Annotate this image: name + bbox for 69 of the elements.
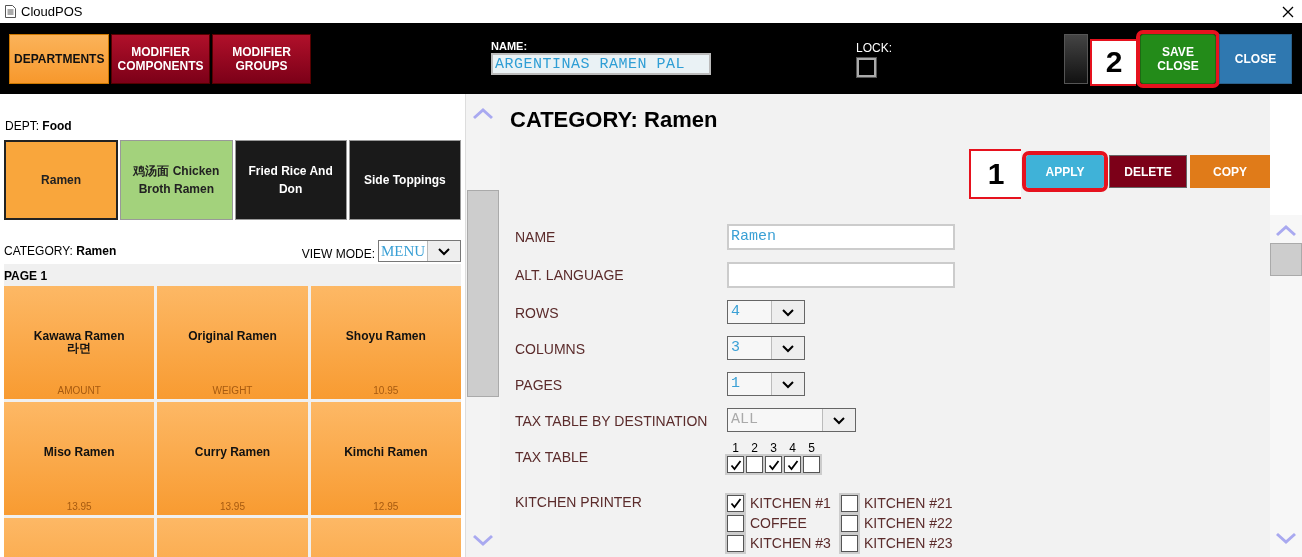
chevron-down-icon bbox=[437, 246, 451, 256]
department-tile[interactable]: Fried Rice And Don bbox=[234, 140, 347, 220]
chevron-down-icon bbox=[832, 415, 846, 425]
menu-item-tile[interactable]: Miso Ramen 13.95 bbox=[4, 402, 155, 515]
printer-label: COFFEE bbox=[750, 515, 807, 531]
checkbox[interactable] bbox=[765, 456, 782, 473]
checkbox[interactable] bbox=[840, 494, 858, 512]
tax-number: 1 bbox=[732, 441, 739, 455]
checkbox[interactable] bbox=[746, 456, 763, 473]
checkbox[interactable] bbox=[784, 456, 801, 473]
printer-label: KITCHEN #22 bbox=[863, 515, 953, 531]
field-label: TAX TABLE bbox=[514, 448, 590, 465]
page-label: PAGE 1 bbox=[4, 269, 48, 283]
department-tile[interactable]: Side Toppings bbox=[348, 140, 461, 220]
toolbar-tab[interactable]: MODIFIER COMPONENTS bbox=[111, 33, 210, 84]
chevron-down-icon bbox=[781, 379, 795, 389]
checkbox[interactable] bbox=[727, 534, 744, 552]
department-tile[interactable]: Ramen bbox=[4, 140, 119, 220]
category-label: CATEGORY: Ramen bbox=[4, 244, 117, 258]
checkbox[interactable] bbox=[803, 456, 820, 473]
name-label: NAME: bbox=[491, 40, 529, 52]
scrollbar-thumb[interactable] bbox=[1270, 243, 1302, 276]
category-title: CATEGORY: Ramen bbox=[510, 107, 719, 133]
close-icon[interactable] bbox=[1282, 5, 1294, 18]
printer-label: KITCHEN #3 bbox=[750, 535, 831, 551]
scrollbar[interactable] bbox=[1270, 215, 1302, 557]
view-mode-label: VIEW MODE: bbox=[301, 247, 375, 261]
menu-item-tile[interactable]: Shoyu Ramen 10.95 bbox=[310, 286, 461, 399]
window-title: CloudPOS bbox=[21, 4, 83, 19]
checkbox[interactable] bbox=[727, 494, 744, 512]
tax-number: 4 bbox=[789, 441, 796, 455]
printer-label: KITCHEN #21 bbox=[863, 495, 953, 511]
field-label: TAX TABLE BY DESTINATION bbox=[514, 412, 709, 429]
field-label: COLUMNS bbox=[514, 340, 586, 357]
lock-label: LOCK: bbox=[856, 40, 892, 55]
scrollbar-thumb[interactable] bbox=[467, 190, 499, 397]
menu-item-tile[interactable]: Curry Ramen 13.95 bbox=[157, 402, 308, 515]
toolbar-tab[interactable]: DEPARTMENTS bbox=[9, 33, 109, 84]
text-field[interactable] bbox=[727, 262, 955, 288]
checkbox[interactable] bbox=[840, 534, 858, 552]
document-icon bbox=[5, 5, 16, 18]
step-marker: 1 bbox=[969, 149, 1021, 199]
checkbox[interactable] bbox=[727, 456, 744, 473]
menu-item-tile[interactable]: Kimchi Ramen 12.95 bbox=[310, 402, 461, 515]
step-marker: 2 bbox=[1090, 38, 1136, 86]
chevron-down-icon bbox=[781, 307, 795, 317]
toolbar-tab[interactable]: MODIFIER GROUPS bbox=[212, 33, 311, 84]
printer-label: KITCHEN #23 bbox=[863, 535, 953, 551]
checkbox[interactable] bbox=[840, 514, 858, 532]
delete-button[interactable]: DELETE bbox=[1109, 155, 1187, 188]
scrollbar[interactable] bbox=[465, 94, 500, 557]
menu-item-tile[interactable]: Kawawa Ramen 라면 AMOUNT bbox=[4, 286, 155, 399]
tax-number: 5 bbox=[808, 441, 815, 455]
lock-checkbox[interactable] bbox=[857, 57, 876, 77]
field-label: KITCHEN PRINTER bbox=[514, 493, 643, 510]
tax-number: 2 bbox=[751, 441, 758, 455]
printer-label: KITCHEN #1 bbox=[750, 495, 831, 511]
menu-item-tile[interactable]: Original Ramen WEIGHT bbox=[157, 286, 308, 399]
dept-label: DEPT: Food bbox=[5, 119, 72, 133]
chevron-down-icon bbox=[781, 343, 795, 353]
tax-number: 3 bbox=[770, 441, 777, 455]
field-label: ALT. LANGUAGE bbox=[514, 266, 625, 283]
field-label: PAGES bbox=[514, 376, 564, 393]
close-button[interactable]: CLOSE bbox=[1219, 33, 1292, 84]
department-tile[interactable]: 鸡汤面 Chicken Broth Ramen bbox=[120, 140, 233, 220]
field-label: NAME bbox=[514, 228, 557, 245]
checkbox[interactable] bbox=[727, 514, 744, 532]
dark-button[interactable] bbox=[1064, 33, 1088, 84]
field-label: ROWS bbox=[514, 304, 560, 321]
